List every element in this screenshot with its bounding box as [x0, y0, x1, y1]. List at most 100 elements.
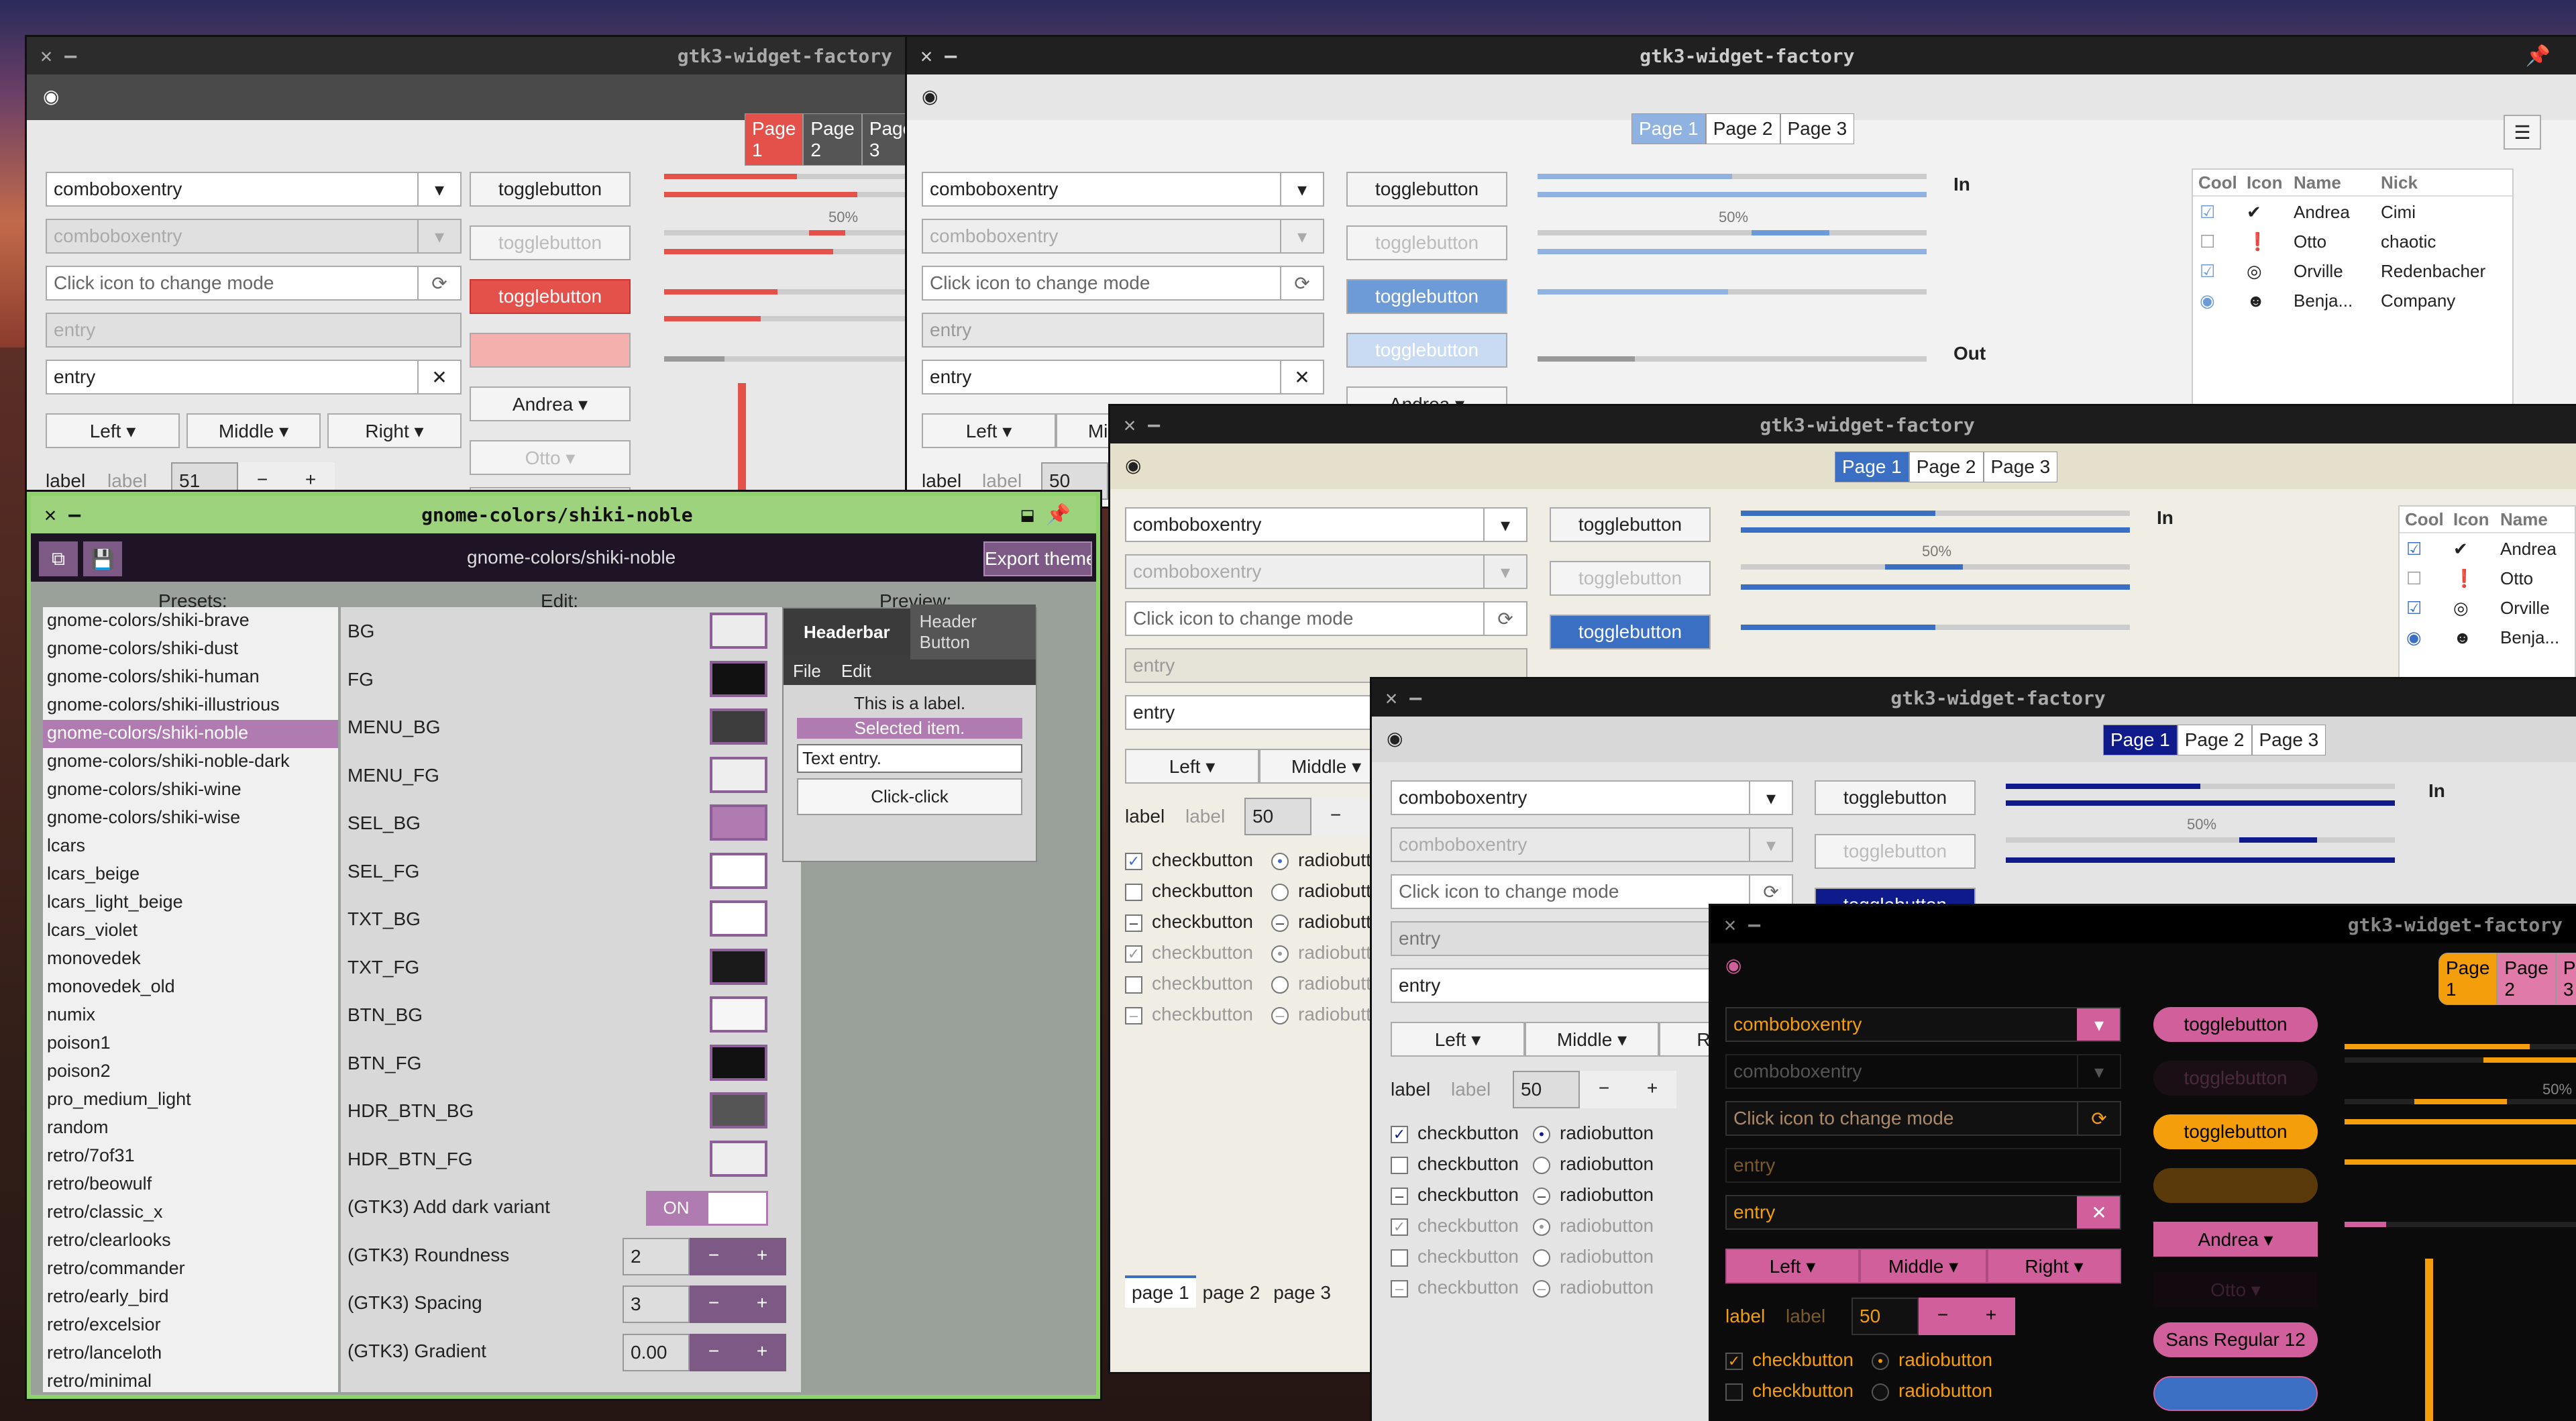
tab-page1[interactable]: Page 1 — [2438, 953, 2498, 1005]
comboboxentry[interactable]: comboboxentry ▾ — [1125, 507, 1527, 542]
preset-item[interactable]: lcars_beige — [43, 861, 338, 889]
table-row[interactable]: ◉ ☻ Benja... — [2400, 622, 2575, 651]
color-swatch-button[interactable] — [710, 1044, 767, 1081]
seg-left[interactable]: Left ▾ — [46, 413, 180, 448]
tab-page-1[interactable]: page 1 — [1125, 1275, 1196, 1308]
checkbutton[interactable]: checkbutton — [1725, 1380, 1854, 1402]
preset-item[interactable]: poison2 — [43, 1058, 338, 1086]
chevron-down-icon[interactable]: ▾ — [417, 173, 460, 205]
togglebutton[interactable]: togglebutton — [2153, 1007, 2318, 1042]
seg-right[interactable]: Right ▾ — [1987, 1249, 2121, 1283]
preset-item[interactable]: poison1 — [43, 1030, 338, 1058]
dark-variant-switch[interactable]: ON — [646, 1191, 768, 1226]
preset-item[interactable]: retro/minimal — [43, 1368, 338, 1392]
col-nick[interactable]: Nick — [2381, 172, 2418, 195]
minimize-icon[interactable]: — — [64, 44, 76, 68]
seg-left[interactable]: Left ▾ — [1125, 749, 1259, 784]
maximize-icon[interactable]: ⬓ — [1022, 503, 1034, 527]
tab-page1[interactable]: Page 1 — [2103, 725, 2178, 755]
entry-icon[interactable]: Click icon to change mode ⟳ — [1391, 874, 1793, 909]
col-cool[interactable]: Cool — [2193, 172, 2247, 195]
togglebutton[interactable]: togglebutton — [1550, 507, 1711, 542]
pin-icon[interactable]: 📌 — [2526, 44, 2551, 68]
close-icon[interactable]: ✕ — [44, 503, 56, 527]
radiobutton[interactable]: – radiobutton — [1533, 1184, 1654, 1206]
save-icon[interactable]: 💾 — [83, 541, 122, 576]
color-swatch-button[interactable] — [710, 613, 767, 649]
spin-button[interactable]: 2− + — [623, 1237, 786, 1275]
tab-page3[interactable]: Page 3 — [1983, 452, 2058, 482]
preview-entry[interactable]: Text entry. — [797, 744, 1022, 773]
seg-left[interactable]: Left ▾ — [922, 413, 1056, 448]
togglebutton[interactable]: togglebutton — [470, 172, 631, 207]
entry-icon[interactable]: Click icon to change mode ⟳ — [46, 266, 462, 301]
checkbutton[interactable]: – checkbutton — [1125, 911, 1253, 933]
comboboxentry[interactable]: comboboxentry ▾ — [1391, 780, 1793, 815]
checkbutton[interactable]: checkbutton — [1391, 1153, 1519, 1175]
minus-button[interactable]: − — [1919, 1298, 1967, 1335]
entry[interactable]: entry ✕ — [922, 360, 1324, 394]
preset-item[interactable]: lcars_light_beige — [43, 889, 338, 917]
titlebar[interactable]: ✕ — gtk3-widget-factory — [1110, 406, 2576, 443]
menu-icon[interactable]: ☰ — [2504, 115, 2541, 150]
preset-item[interactable]: gnome-colors/shiki-brave — [43, 607, 338, 635]
minus-button[interactable]: − — [690, 1333, 738, 1371]
combo-andrea[interactable]: Andrea ▾ — [2153, 1222, 2318, 1257]
vscale[interactable] — [2425, 1259, 2433, 1421]
checkbutton[interactable]: ✓ checkbutton — [1391, 1122, 1519, 1144]
preset-item[interactable]: retro/classic_x — [43, 1199, 338, 1227]
record-icon[interactable]: ◉ — [1125, 454, 1141, 476]
refresh-icon[interactable]: ⟳ — [2077, 1102, 2120, 1135]
preview-menu-file[interactable]: File — [793, 661, 821, 681]
minus-button[interactable]: − — [690, 1285, 738, 1323]
color-swatch-button[interactable] — [710, 900, 767, 937]
color-swatch-button[interactable] — [710, 708, 767, 745]
plus-button[interactable]: + — [738, 1237, 786, 1275]
chevron-down-icon[interactable]: ▾ — [1749, 782, 1792, 814]
tab-page3[interactable]: Page 3 — [861, 113, 906, 166]
togglebutton-active[interactable]: togglebutton — [2153, 1114, 2318, 1149]
spin-button[interactable]: 3− + — [623, 1285, 786, 1323]
tab-page2[interactable]: Page 2 — [803, 113, 862, 166]
chevron-down-icon[interactable]: ▾ — [1483, 509, 1526, 541]
minimize-icon[interactable]: — — [1409, 686, 1421, 710]
preset-item[interactable]: random — [43, 1114, 338, 1143]
color-swatch-button[interactable] — [710, 756, 767, 793]
titlebar[interactable]: ✕ — gnome-colors/shiki-noble ⬓ 📌 — [31, 496, 1096, 533]
record-icon[interactable]: ◉ — [43, 85, 59, 107]
tab-page3[interactable]: Page 3 — [2555, 953, 2576, 1005]
plus-button[interactable]: + — [1628, 1071, 1676, 1108]
tab-page1[interactable]: Page 1 — [1631, 113, 1706, 144]
vscale[interactable] — [738, 383, 746, 507]
spin-button[interactable]: 50−+ — [1851, 1298, 2015, 1335]
preview-button[interactable]: Click-click — [797, 778, 1022, 815]
tab-page1[interactable]: Page 1 — [1835, 452, 1909, 482]
seg-middle[interactable]: Middle ▾ — [1525, 1022, 1659, 1057]
preset-item[interactable]: retro/early_bird — [43, 1283, 338, 1312]
table-row[interactable]: ☑ ◎ Orville — [2400, 592, 2575, 622]
preset-item[interactable]: monovedek — [43, 945, 338, 973]
radiobutton[interactable]: • radiobutton — [1872, 1349, 1992, 1371]
record-icon[interactable]: ◉ — [1387, 727, 1403, 749]
close-icon[interactable]: ✕ — [40, 44, 52, 68]
table-row[interactable]: ◉ ☻ Benja... Company — [2193, 285, 2512, 315]
preset-item[interactable]: retro/clearlooks — [43, 1227, 338, 1255]
record-icon[interactable]: ◉ — [1725, 954, 1741, 976]
combo-andrea[interactable]: Andrea ▾ — [470, 386, 631, 421]
togglebutton[interactable]: togglebutton — [1346, 172, 1507, 207]
table-row[interactable]: ☑ ✔ Andrea — [2400, 533, 2575, 563]
preview-header-button[interactable]: Header Button — [910, 604, 1036, 660]
clear-icon[interactable]: ✕ — [1280, 361, 1323, 393]
comboboxentry[interactable]: comboboxentry ▾ — [46, 172, 462, 207]
comboboxentry[interactable]: comboboxentry ▾ — [1725, 1007, 2121, 1042]
minimize-icon[interactable]: — — [1148, 413, 1160, 437]
tab-page3[interactable]: Page 3 — [1780, 113, 1855, 144]
seg-left[interactable]: Left ▾ — [1391, 1022, 1525, 1057]
comboboxentry[interactable]: comboboxentry ▾ — [922, 172, 1324, 207]
preview-menu-edit[interactable]: Edit — [841, 661, 871, 681]
preset-item[interactable]: gnome-colors/shiki-dust — [43, 635, 338, 664]
minimize-icon[interactable]: — — [68, 503, 80, 527]
color-swatch-button[interactable] — [710, 852, 767, 889]
preset-item[interactable]: monovedek_old — [43, 973, 338, 1002]
preview-selected-item[interactable]: Selected item. — [797, 718, 1022, 739]
